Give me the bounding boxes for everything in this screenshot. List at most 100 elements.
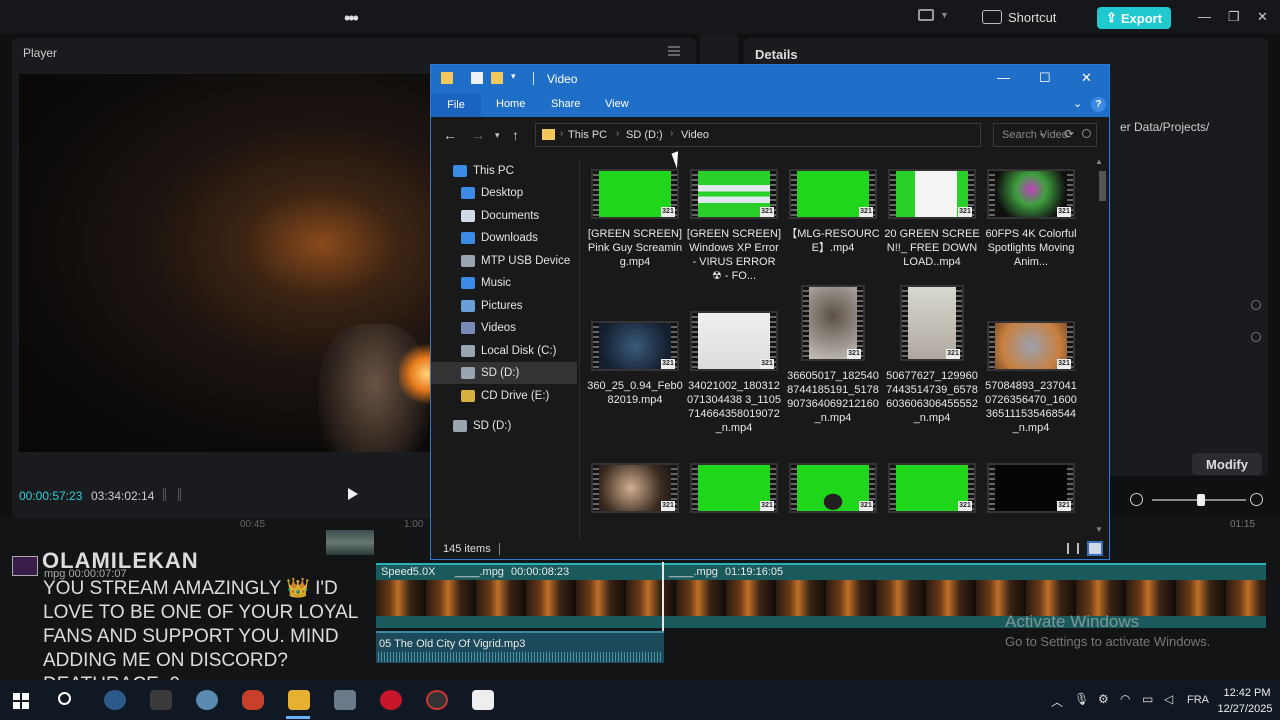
nav-item[interactable]: This PC [431, 160, 577, 182]
file-item[interactable]: 321 [GREEN SCREEN] Pink Guy Screaming.mp4 [587, 169, 683, 269]
breadcrumb-this-pc[interactable]: This PC [568, 129, 607, 141]
grid-icon[interactable] [163, 488, 181, 501]
nav-item[interactable]: MTP USB Device [431, 250, 577, 272]
close-icon[interactable]: ✕ [1257, 9, 1268, 25]
file-item[interactable]: 321 360_25_0.94_Feb082019.mp4 [587, 321, 683, 407]
recent-locations-icon[interactable]: ▾ [495, 130, 500, 141]
minimize-icon[interactable]: — [1198, 9, 1211, 24]
file-item[interactable]: 321 [884, 463, 980, 521]
language-indicator[interactable]: FRA [1187, 694, 1209, 706]
gear-tray-icon[interactable]: ⚙ [1098, 692, 1109, 706]
zoom-slider-handle[interactable] [1197, 494, 1205, 506]
nav-item[interactable]: SD (D:) [431, 415, 577, 437]
wifi-icon[interactable]: ◠ [1120, 692, 1130, 706]
scrollbar-thumb[interactable] [1099, 171, 1106, 201]
minimize-icon[interactable]: — [997, 70, 1010, 85]
nav-item[interactable]: Downloads [431, 227, 577, 249]
nav-item[interactable]: Desktop [431, 182, 577, 204]
file-item[interactable]: 321 [686, 463, 782, 521]
file-item[interactable]: 321 50677627_1299607443514739_65786036063… [884, 285, 980, 425]
nav-item[interactable]: SD (D:) [431, 362, 577, 384]
maximize-icon[interactable]: ☐ [1039, 70, 1051, 86]
file-item[interactable]: 321 60FPS 4K Colorful Spotlights Moving A… [983, 169, 1079, 269]
zoom-in-icon[interactable] [1250, 493, 1263, 506]
play-icon[interactable] [348, 488, 358, 500]
details-view-icon[interactable] [1067, 543, 1079, 554]
modify-button[interactable]: Modify [1192, 453, 1262, 475]
battery-icon[interactable]: ▭ [1142, 692, 1153, 706]
file-item[interactable]: 321 [587, 463, 683, 521]
explorer-title-bar[interactable]: ▾ Video — ☐ ✕ [431, 65, 1109, 93]
nav-item[interactable]: Local Disk (C:) [431, 340, 577, 362]
properties-icon[interactable] [471, 72, 483, 84]
search-icon[interactable] [58, 692, 71, 705]
clock-time[interactable]: 12:42 PM [1222, 687, 1272, 699]
capcut-app-icon[interactable] [472, 690, 494, 710]
address-bar[interactable]: › This PC › SD (D:) › Video ⌄ ⟳ [535, 123, 1074, 147]
shortcut-button[interactable]: Shortcut [982, 7, 1066, 27]
quick-access-caret-icon[interactable]: ▾ [511, 71, 516, 82]
close-icon[interactable]: ✕ [1081, 70, 1092, 86]
breadcrumb-video[interactable]: Video [681, 129, 709, 141]
help-icon[interactable]: ? [1091, 97, 1106, 112]
player-menu-icon[interactable] [668, 46, 680, 56]
volume-icon[interactable]: ◁ [1164, 692, 1173, 706]
nav-item[interactable]: Music [431, 272, 577, 294]
file-item[interactable]: 321 57084893_2370410726356470_16003651115… [983, 321, 1079, 435]
video-thumbnail: 321 [789, 169, 877, 219]
vertical-scrollbar[interactable] [1095, 157, 1109, 539]
scroll-up-icon[interactable]: ▲ [1095, 157, 1103, 166]
more-menu-icon[interactable]: ••• [344, 8, 359, 29]
media-player-badge-icon: 321 [958, 501, 972, 511]
search-input[interactable]: Search Video [993, 123, 1097, 147]
nav-item[interactable]: Videos [431, 317, 577, 339]
start-button[interactable] [13, 693, 29, 709]
file-item[interactable]: 321 [983, 463, 1079, 521]
nav-item[interactable]: Documents [431, 205, 577, 227]
microphone-app-icon[interactable] [242, 690, 264, 710]
tab-share[interactable]: Share [551, 98, 580, 110]
show-hidden-icons-icon[interactable]: ︿ [1051, 693, 1063, 710]
file-item[interactable]: 321 20 GREEN SCREEN!!_ FREE DOWNLOAD..mp4 [884, 169, 980, 269]
breadcrumb-sd[interactable]: SD (D:) [626, 129, 663, 141]
tab-home[interactable]: Home [496, 98, 525, 110]
nav-item[interactable]: CD Drive (E:) [431, 385, 577, 407]
microphone-tray-icon[interactable]: 🎙 [1074, 692, 1089, 706]
browser-app-icon[interactable] [196, 690, 218, 710]
nav-item[interactable]: Pictures [431, 295, 577, 317]
settings-app-icon[interactable] [150, 690, 172, 710]
info-icon[interactable] [1251, 332, 1261, 342]
cortana-icon[interactable] [104, 690, 126, 710]
up-icon[interactable]: ↑ [512, 127, 519, 143]
file-item[interactable]: 321 [785, 463, 881, 521]
media-player-badge-icon: 321 [760, 501, 774, 511]
track-thumbnail[interactable] [326, 530, 374, 555]
pane-divider[interactable] [579, 160, 580, 540]
restore-icon[interactable]: ❐ [1228, 9, 1240, 25]
file-item[interactable]: 321 34021002_180312071304438 3_1105714664… [686, 311, 782, 435]
file-explorer-app-icon[interactable] [288, 690, 310, 710]
scroll-down-icon[interactable]: ▼ [1095, 525, 1103, 534]
expand-ribbon-icon[interactable]: ⌄ [1073, 97, 1082, 110]
clock-date[interactable]: 12/27/2025 [1217, 703, 1273, 715]
navigation-pane: This PC Desktop Documents Downloads MTP USB … [431, 160, 577, 540]
game-app-icon[interactable] [334, 690, 356, 710]
tab-file[interactable]: File [431, 93, 481, 117]
zoom-out-icon[interactable] [1130, 493, 1143, 506]
layout-caret-icon[interactable]: ▼ [940, 10, 949, 20]
large-icons-view-icon[interactable] [1087, 541, 1103, 556]
video-preview[interactable] [19, 74, 439, 452]
obs-app-icon[interactable] [426, 690, 448, 710]
new-folder-icon[interactable] [491, 72, 503, 84]
opera-app-icon[interactable] [380, 690, 402, 710]
layout-icon[interactable] [918, 9, 934, 21]
back-icon[interactable]: ← [443, 127, 457, 143]
file-item[interactable]: 321 [GREEN SCREEN] Windows XP Error - VIR… [686, 169, 782, 283]
forward-icon[interactable]: → [471, 127, 485, 143]
media-player-badge-icon: 321 [760, 359, 774, 369]
export-button[interactable]: ⇪ Export [1097, 7, 1171, 29]
tab-view[interactable]: View [605, 98, 629, 110]
info-icon[interactable] [1251, 300, 1261, 310]
file-item[interactable]: 321 36605017_1825408744185191_51789073640… [785, 285, 881, 425]
file-item[interactable]: 321 【MLG-RESOURCE】.mp4 [785, 169, 881, 255]
